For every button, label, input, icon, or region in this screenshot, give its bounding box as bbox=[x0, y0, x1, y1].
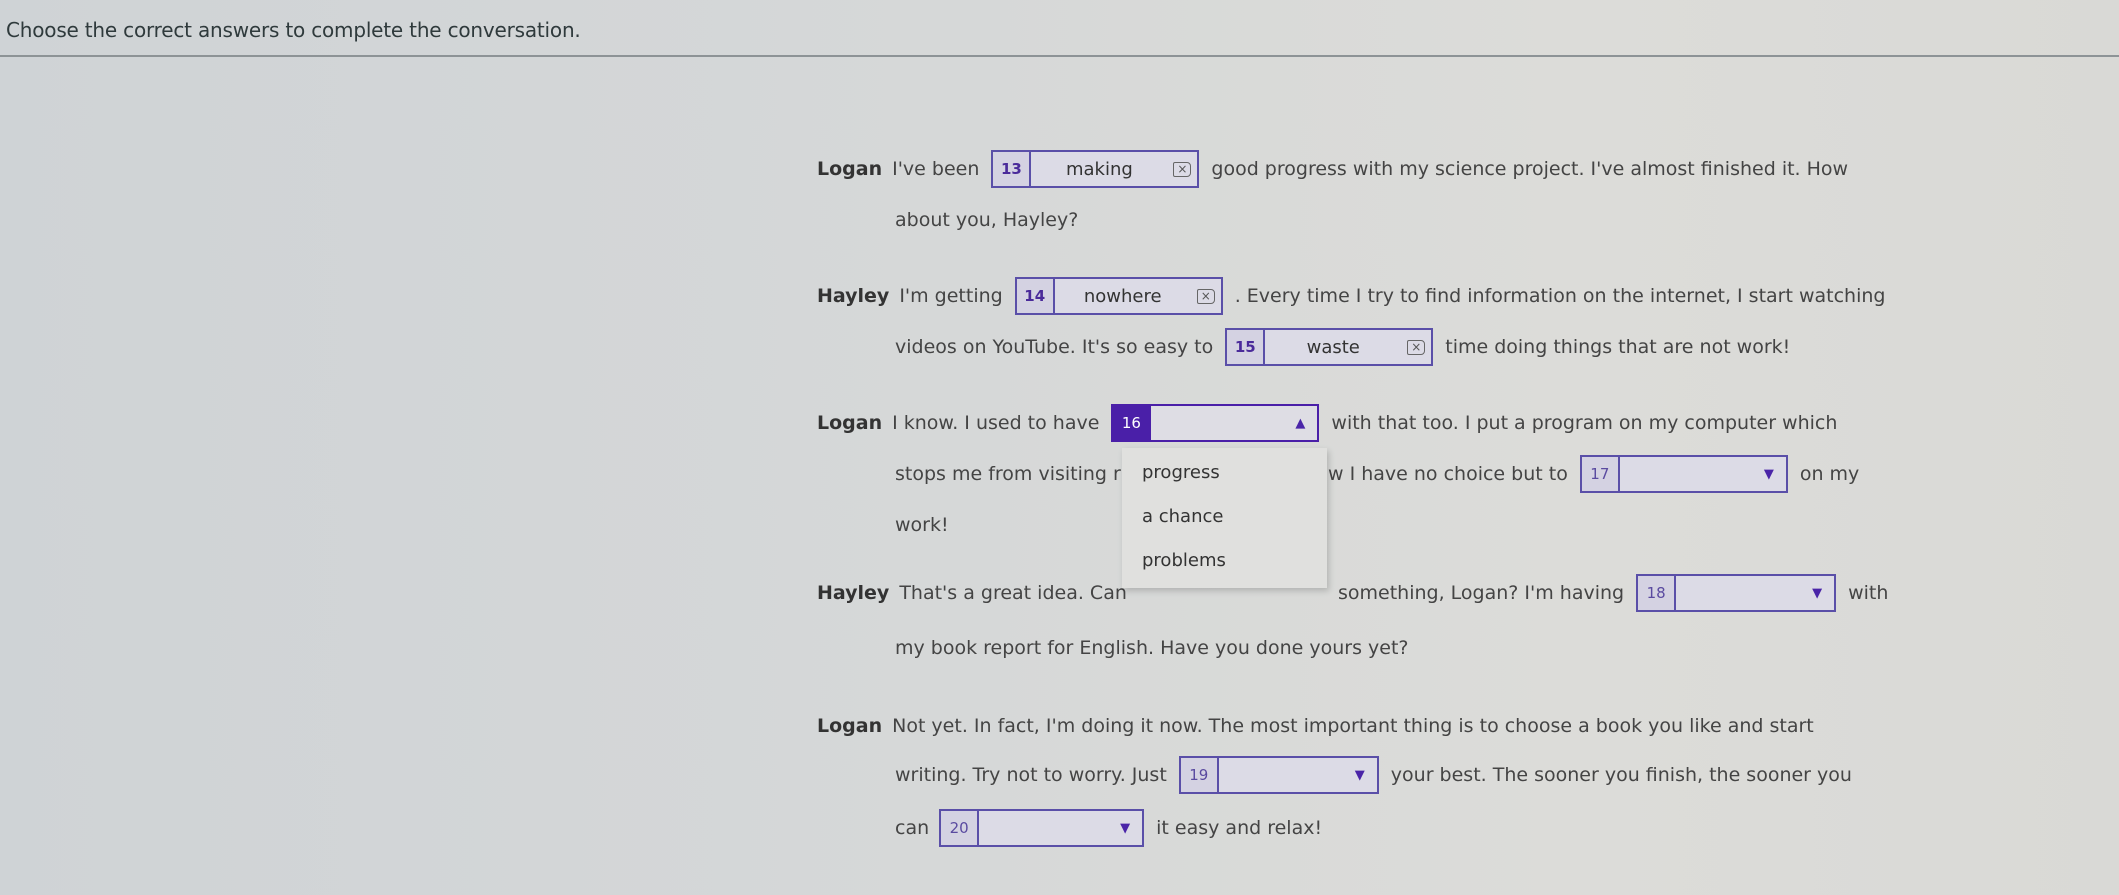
blank-number: 13 bbox=[993, 152, 1032, 186]
dialogue-text: I know. I used to have bbox=[892, 412, 1100, 434]
dialogue-line: videos on YouTube. It's so easy to 15 wa… bbox=[895, 327, 1790, 367]
answer-blank-14[interactable]: 14 nowhere × bbox=[1014, 277, 1223, 315]
selected-answer bbox=[1151, 406, 1283, 440]
answer-blank-15[interactable]: 15 waste × bbox=[1225, 328, 1434, 366]
selected-answer bbox=[1620, 457, 1752, 491]
dialogue-text: about you, Hayley? bbox=[895, 209, 1079, 231]
dialogue-line: can 20 ▼ it easy and relax! bbox=[895, 808, 1322, 848]
answer-dropdown-18[interactable]: 18 ▼ bbox=[1636, 574, 1837, 612]
dialogue-line: about you, Hayley? bbox=[895, 200, 1078, 240]
selected-answer bbox=[1676, 576, 1800, 610]
dialogue-text: stops me from visiting r bbox=[895, 463, 1121, 485]
backspace-icon[interactable]: × bbox=[1167, 152, 1197, 186]
dialogue-line: Logan I know. I used to have 16 ▲ with t… bbox=[817, 403, 1837, 443]
speaker-name: Logan bbox=[817, 158, 883, 180]
dialogue-text: time doing things that are not work! bbox=[1445, 336, 1791, 358]
dialogue-text: can bbox=[895, 817, 930, 839]
selected-answer bbox=[979, 811, 1108, 845]
instruction-text: Choose the correct answers to complete t… bbox=[6, 18, 581, 42]
dialogue-text: with bbox=[1848, 582, 1889, 604]
dropdown-option[interactable]: a chance bbox=[1142, 506, 1223, 527]
answer-dropdown-20[interactable]: 20 ▼ bbox=[939, 809, 1145, 847]
speaker-name: Logan bbox=[817, 412, 883, 434]
dialogue-line: my book report for English. Have you don… bbox=[895, 628, 1409, 668]
dialogue-text: with that too. I put a program on my com… bbox=[1331, 412, 1838, 434]
selected-answer: making bbox=[1065, 158, 1133, 180]
dialogue-line: Hayley That's a great idea. Can bbox=[817, 573, 1127, 613]
dialogue-text: your best. The sooner you finish, the so… bbox=[1390, 764, 1852, 786]
answer-dropdown-16[interactable]: 16 ▲ bbox=[1111, 404, 1320, 442]
blank-number: 16 bbox=[1113, 406, 1152, 440]
blank-number: 20 bbox=[941, 811, 980, 845]
dialogue-text: I've been bbox=[892, 158, 980, 180]
dialogue-text: something, Logan? I'm having bbox=[1338, 582, 1625, 604]
dialogue-line: stops me from visiting r bbox=[895, 454, 1121, 494]
dialogue-text: on my bbox=[1799, 463, 1860, 485]
dialogue-text: I'm getting bbox=[899, 285, 1003, 307]
caret-down-icon[interactable]: ▼ bbox=[1752, 457, 1786, 491]
answer-dropdown-17[interactable]: 17 ▼ bbox=[1579, 455, 1788, 493]
speaker-name: Logan bbox=[817, 715, 883, 737]
dialogue-line: Logan Not yet. In fact, I'm doing it now… bbox=[817, 706, 1814, 746]
dropdown-option[interactable]: progress bbox=[1142, 462, 1220, 483]
caret-up-icon[interactable]: ▲ bbox=[1283, 406, 1317, 440]
caret-down-icon[interactable]: ▼ bbox=[1343, 758, 1377, 792]
dialogue-text: Not yet. In fact, I'm doing it now. The … bbox=[892, 715, 1814, 737]
blank-number: 17 bbox=[1581, 457, 1620, 491]
dialogue-line: w I have no choice but to 17 ▼ on my bbox=[1328, 454, 1859, 494]
answer-dropdown-19[interactable]: 19 ▼ bbox=[1178, 756, 1379, 794]
dropdown-menu-16: progress a chance problems bbox=[1122, 448, 1327, 588]
caret-down-icon[interactable]: ▼ bbox=[1108, 811, 1142, 845]
backspace-icon[interactable]: × bbox=[1191, 279, 1221, 313]
dialogue-line: work! bbox=[895, 505, 949, 545]
blank-number: 14 bbox=[1016, 279, 1055, 313]
dialogue-text: videos on YouTube. It's so easy to bbox=[895, 336, 1214, 358]
dialogue-line: something, Logan? I'm having 18 ▼ with bbox=[1338, 573, 1888, 613]
divider bbox=[0, 55, 2119, 57]
selected-answer: nowhere bbox=[1083, 285, 1162, 307]
dialogue-text: That's a great idea. Can bbox=[899, 582, 1127, 604]
dialogue-text: my book report for English. Have you don… bbox=[895, 637, 1409, 659]
dialogue-text: it easy and relax! bbox=[1156, 817, 1323, 839]
dialogue-line: writing. Try not to worry. Just 19 ▼ you… bbox=[895, 755, 1852, 795]
speaker-name: Hayley bbox=[817, 285, 890, 307]
dialogue-text: work! bbox=[895, 514, 949, 536]
dialogue-line: Hayley I'm getting 14 nowhere × . Every … bbox=[817, 276, 1885, 316]
blank-number: 18 bbox=[1638, 576, 1677, 610]
selected-answer: waste bbox=[1306, 336, 1360, 358]
dropdown-option[interactable]: problems bbox=[1142, 550, 1226, 571]
blank-number: 15 bbox=[1227, 330, 1266, 364]
answer-blank-13[interactable]: 13 making × bbox=[991, 150, 1200, 188]
dialogue-text: good progress with my science project. I… bbox=[1211, 158, 1849, 180]
dialogue-text: w I have no choice but to bbox=[1328, 463, 1568, 485]
caret-down-icon[interactable]: ▼ bbox=[1800, 576, 1834, 610]
speaker-name: Hayley bbox=[817, 582, 890, 604]
selected-answer bbox=[1219, 758, 1343, 792]
dialogue-text: . Every time I try to find information o… bbox=[1234, 285, 1886, 307]
blank-number: 19 bbox=[1180, 758, 1219, 792]
dialogue-line: Logan I've been 13 making × good progres… bbox=[817, 149, 1848, 189]
backspace-icon[interactable]: × bbox=[1401, 330, 1431, 364]
dialogue-text: writing. Try not to worry. Just bbox=[895, 764, 1167, 786]
